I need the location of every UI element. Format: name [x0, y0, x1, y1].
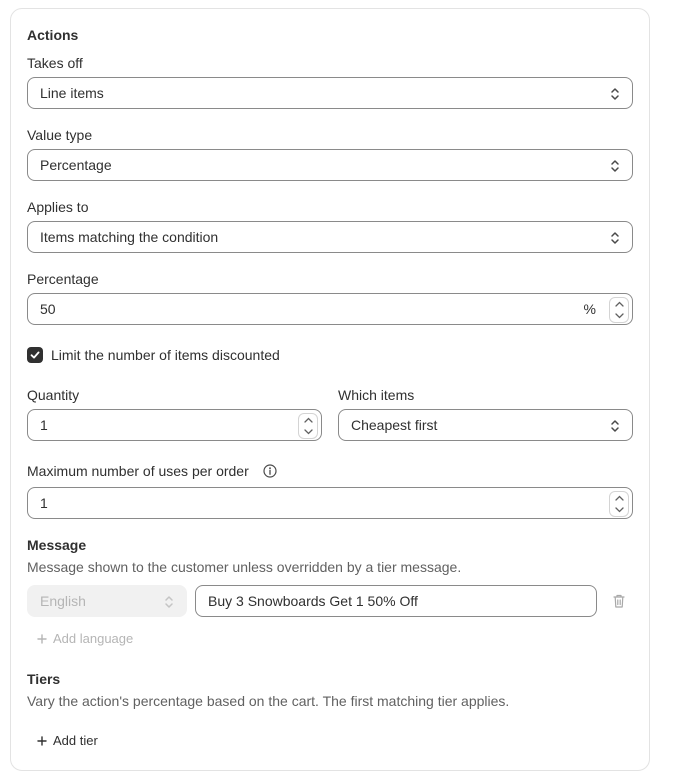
applies-to-select[interactable]: Items matching the condition	[27, 221, 633, 253]
percentage-stepper[interactable]	[609, 297, 629, 323]
percentage-input[interactable]: 50 %	[27, 293, 633, 325]
chevron-up-icon[interactable]	[614, 495, 624, 501]
max-uses-input[interactable]: 1	[27, 487, 633, 519]
percentage-suffix: %	[583, 301, 596, 317]
checkmark-icon	[30, 351, 40, 359]
max-uses-stepper[interactable]	[609, 491, 629, 517]
value-type-select[interactable]: Percentage	[27, 149, 633, 181]
add-language-label: Add language	[53, 631, 134, 646]
takes-off-select[interactable]: Line items	[27, 77, 633, 109]
language-select: English	[27, 585, 187, 617]
language-value: English	[40, 593, 86, 609]
tiers-title: Tiers	[27, 671, 61, 687]
tiers-help: Vary the action's percentage based on th…	[27, 693, 510, 709]
quantity-stepper[interactable]	[298, 413, 318, 439]
limit-items-checkbox[interactable]	[27, 347, 43, 363]
plus-icon	[37, 633, 47, 644]
which-items-label: Which items	[338, 387, 415, 403]
chevron-up-down-icon	[611, 160, 619, 172]
actions-title: Actions	[27, 27, 79, 43]
chevron-up-down-icon	[165, 596, 173, 608]
max-uses-label: Maximum number of uses per order	[27, 463, 249, 479]
actions-card: Actions Takes off Line items Value type …	[10, 8, 650, 771]
max-uses-value: 1	[40, 495, 48, 511]
which-items-select[interactable]: Cheapest first	[338, 409, 633, 441]
add-language-button: Add language	[37, 631, 133, 646]
chevron-down-icon[interactable]	[614, 313, 624, 319]
percentage-label: Percentage	[27, 271, 99, 287]
chevron-down-icon[interactable]	[614, 507, 624, 513]
chevron-down-icon[interactable]	[303, 429, 313, 435]
value-type-value: Percentage	[40, 157, 112, 173]
which-items-value: Cheapest first	[351, 417, 438, 433]
percentage-value: 50	[40, 301, 56, 317]
chevron-up-down-icon	[611, 232, 619, 244]
trash-icon[interactable]	[612, 593, 626, 609]
chevron-up-down-icon	[611, 420, 619, 432]
quantity-value: 1	[40, 417, 48, 433]
takes-off-value: Line items	[40, 85, 104, 101]
info-icon[interactable]	[263, 464, 277, 478]
plus-icon	[37, 735, 47, 746]
applies-to-label: Applies to	[27, 199, 89, 215]
message-text-input[interactable]: Buy 3 Snowboards Get 1 50% Off	[195, 585, 597, 617]
add-tier-label: Add tier	[53, 733, 98, 748]
quantity-label: Quantity	[27, 387, 80, 403]
takes-off-label: Takes off	[27, 55, 83, 71]
applies-to-value: Items matching the condition	[40, 229, 219, 245]
chevron-up-down-icon	[611, 88, 619, 100]
value-type-label: Value type	[27, 127, 93, 143]
chevron-up-icon[interactable]	[614, 301, 624, 307]
quantity-input[interactable]: 1	[27, 409, 322, 441]
message-text-value: Buy 3 Snowboards Get 1 50% Off	[208, 593, 418, 609]
chevron-up-icon[interactable]	[303, 417, 313, 423]
message-help: Message shown to the customer unless ove…	[27, 559, 462, 575]
message-title: Message	[27, 537, 87, 553]
limit-items-label[interactable]: Limit the number of items discounted	[51, 347, 280, 363]
add-tier-button[interactable]: Add tier	[37, 733, 98, 748]
